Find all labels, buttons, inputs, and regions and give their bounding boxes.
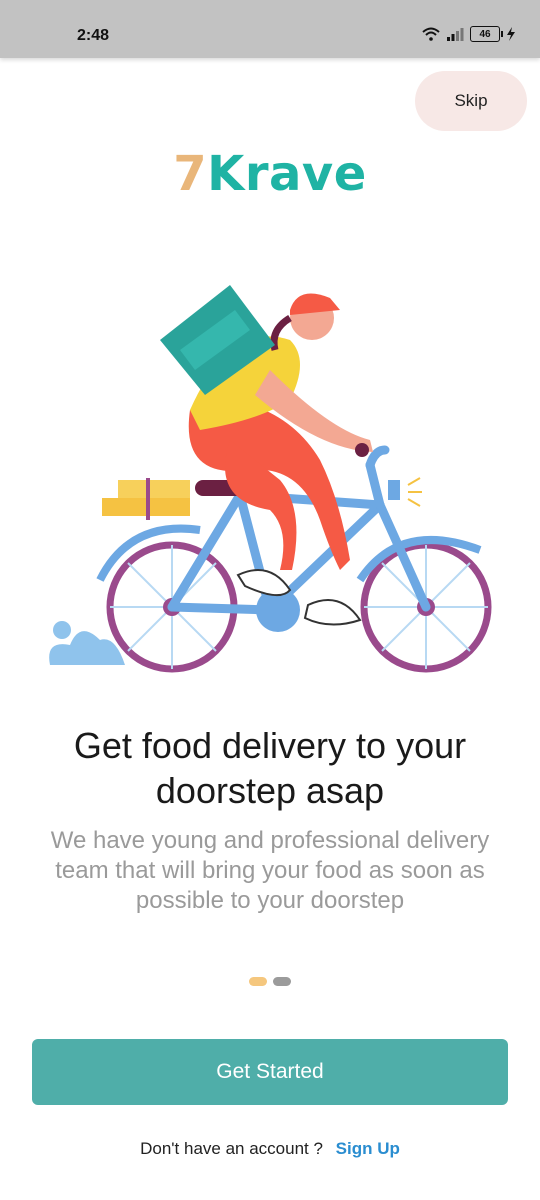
status-icons: 46 [422,26,516,42]
onboarding-description: We have young and professional delivery … [50,827,490,914]
sign-up-link[interactable]: Sign Up [336,1139,400,1158]
signup-row: Don't have an account ? Sign Up [0,1139,540,1159]
status-time: 2:48 [77,27,110,44]
page-indicator [249,977,291,986]
page-dot [273,977,291,986]
status-bar: 2:48 46 [0,0,540,58]
skip-button[interactable]: Skip [415,71,527,131]
battery-icon: 46 [470,26,503,42]
signal-icon [447,28,464,41]
app-logo: 7Krave [0,146,540,202]
get-started-button[interactable]: Get Started [32,1039,508,1105]
signup-prompt: Don't have an account ? [140,1139,323,1158]
onboarding-headline: Get food delivery to your doorstep asap [73,725,467,811]
page-dot-active [249,977,267,986]
charging-icon [507,27,515,41]
logo-number: 7 [173,146,208,202]
delivery-cyclist-illustration [49,285,492,673]
wifi-icon [422,27,440,41]
logo-word: Krave [207,146,367,202]
